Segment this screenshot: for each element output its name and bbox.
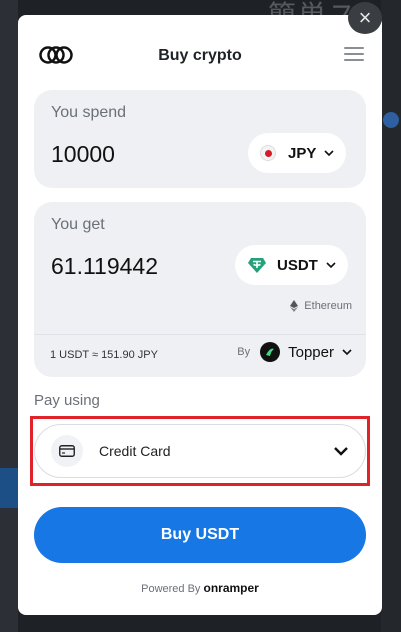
spend-label: You spend	[51, 104, 127, 121]
japan-flag-icon	[260, 145, 276, 161]
powered-by-label: Powered By	[141, 583, 201, 595]
buy-button[interactable]: Buy USDT	[34, 507, 366, 563]
exchange-rate: 1 USDT ≈ 151.90 JPY	[50, 349, 158, 361]
spend-card: You spend 10000 JPY	[34, 90, 366, 188]
network-name: Ethereum	[304, 300, 352, 312]
pay-using-label: Pay using	[34, 392, 100, 409]
provider-selector[interactable]: By Topper	[237, 342, 352, 362]
spend-currency-label: JPY	[288, 144, 317, 162]
get-amount: 61.119442	[51, 253, 159, 279]
onramper-brand: onramper	[203, 581, 259, 595]
spend-currency-selector[interactable]: JPY	[248, 133, 347, 173]
card-divider	[34, 334, 366, 335]
close-button[interactable]: ×	[348, 2, 382, 34]
ethereum-icon	[290, 300, 299, 312]
provider-name: Topper	[288, 343, 334, 361]
topper-logo-icon	[260, 342, 281, 362]
background-active-item	[0, 468, 18, 508]
widget-header: Buy crypto	[18, 41, 382, 71]
onramp-widget: Buy crypto You spend 10000 JPY You get 6…	[18, 15, 382, 615]
powered-by: Powered By onramper	[18, 581, 382, 595]
provider-by-label: By	[237, 346, 251, 358]
background-badge	[383, 112, 399, 128]
get-card: You get 61.119442 USDT Ethereum 1 USDT ≈…	[34, 202, 366, 377]
get-currency-selector[interactable]: USDT	[235, 245, 348, 285]
chevron-down-icon	[342, 349, 352, 356]
highlight-box	[30, 416, 370, 486]
widget-title: Buy crypto	[158, 47, 242, 64]
tether-icon	[248, 258, 266, 273]
chevron-down-icon	[324, 150, 334, 157]
get-currency-label: USDT	[277, 256, 318, 274]
get-label: You get	[51, 216, 105, 233]
background-sidebar	[0, 0, 18, 632]
spend-amount-input[interactable]: 10000	[51, 141, 115, 168]
network-label: Ethereum	[290, 300, 352, 312]
menu-icon[interactable]	[344, 47, 364, 61]
close-icon: ×	[358, 5, 372, 30]
background-right-column	[381, 0, 401, 632]
chevron-down-icon	[326, 262, 336, 269]
